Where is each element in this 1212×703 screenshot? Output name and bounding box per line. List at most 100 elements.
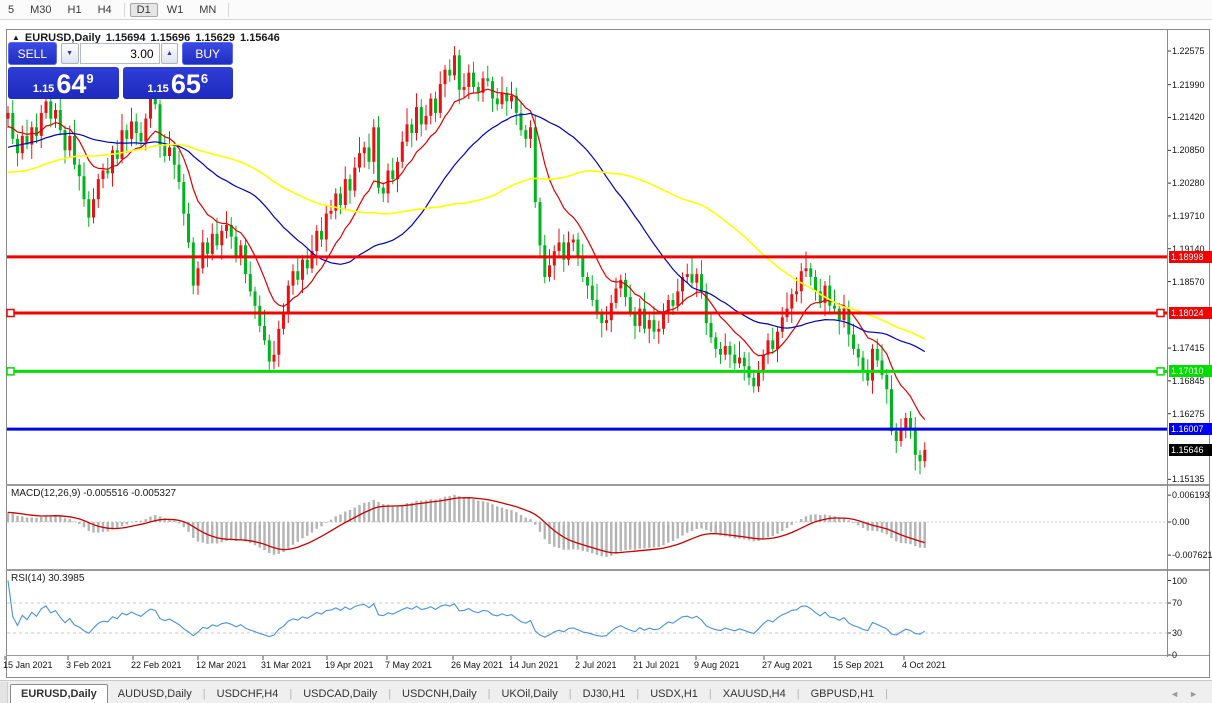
candle-body [790,294,794,309]
candle-body [695,274,699,283]
candle-body [191,242,195,286]
candle-body [652,320,656,332]
candle-body [733,354,737,364]
candle-body [804,268,808,272]
candle-body [576,239,580,257]
chart-canvas[interactable] [0,0,1212,703]
candle-body [709,323,713,338]
candle-body [761,354,765,372]
candle-body [96,179,100,200]
candle-body [662,314,665,329]
candle-body [49,101,53,119]
candle-body [410,124,414,133]
price-marker-1.18024: 1.18024 [1169,307,1212,319]
candle-body [586,277,589,286]
candle-body [519,112,523,131]
candle-body [671,300,675,306]
candle-body [495,98,499,105]
candle-body [828,285,832,306]
candle-body [833,305,836,309]
candle-body [139,133,143,142]
date-label: 3 Feb 2021 [66,660,112,670]
price-tick-label: 1.16275 [1172,408,1205,419]
date-label: 26 May 2021 [451,660,504,670]
macd-tick-label: 0.00 [1172,517,1190,527]
candle-body [400,141,404,162]
candle-body [799,271,803,292]
candle-body [92,199,95,218]
price-marker-1.15646: 1.15646 [1169,443,1212,456]
candle-body [372,127,376,162]
price-tick-label: 1.20850 [1172,145,1205,156]
candle-body [405,124,409,142]
candle-body [277,328,281,355]
price-tick-label: 1.21420 [1172,112,1205,123]
candle-body [391,170,395,180]
buy-button[interactable]: BUY [182,42,233,65]
candle-body [510,95,513,102]
candle-body [6,112,10,119]
price-tick-label: 1.18570 [1172,276,1205,287]
candle-body [182,182,186,214]
hline-handle[interactable] [6,367,15,376]
candle-body [82,176,86,200]
candle-body [101,170,105,180]
sell-button[interactable]: SELL [8,42,57,65]
hline-handle[interactable] [1156,367,1165,376]
rsi-panel-separator[interactable] [6,569,1209,571]
bid-price-display[interactable]: 1.15 64 9 [8,67,119,99]
hline-handle[interactable] [6,308,15,318]
volume-decrease-button[interactable]: ▼ [60,43,79,64]
rsi-tick-label: 0 [1172,650,1178,660]
hline-handle[interactable] [1156,308,1165,318]
candle-body [500,92,504,105]
candle-body [196,268,200,286]
volume-input[interactable] [79,43,160,64]
candle-body [757,372,760,387]
candle-body [106,170,110,174]
candle-body [647,320,651,329]
price-tick-label: 1.19710 [1172,210,1205,221]
ask-price-display[interactable]: 1.15 65 6 [122,67,233,99]
candle-body [77,164,81,177]
candle-body [215,233,219,246]
ask-prefix: 1.15 [147,83,169,95]
candle-body [605,320,608,323]
candle-body [548,265,551,277]
candle-body [248,274,252,292]
candle-body [771,340,775,349]
date-label: 22 Feb 2021 [131,660,182,670]
candle-body [158,104,162,145]
collapse-panel-icon[interactable]: ▲ [12,33,20,42]
candle-body [742,357,746,367]
candle-body [614,288,618,303]
candle-body [210,233,214,254]
candle-body [125,130,129,139]
volume-increase-button[interactable]: ▲ [160,43,179,64]
ask-pipette: 6 [200,71,209,86]
macd-tick-label: 0.006193 [1172,490,1210,501]
candle-body [795,291,798,295]
macd-panel-separator[interactable] [6,484,1209,486]
candle-body [590,285,594,300]
candle-body [690,274,694,283]
candle-body [54,110,57,119]
candle-body [424,115,428,125]
candle-body [239,245,243,257]
candle-body [201,242,205,269]
price-marker-1.18998: 1.18998 [1169,250,1212,263]
candle-body [719,348,722,355]
price-tick-label: 1.20280 [1172,178,1205,189]
date-label: 31 Mar 2021 [261,660,312,670]
bid-big-digits: 64 [56,69,87,99]
price-marker-1.17010: 1.17010 [1169,365,1212,378]
candle-body [39,112,43,136]
candle-body [353,167,357,191]
candle-body [348,179,352,191]
candle-body [381,187,385,194]
candle-body [367,147,371,162]
candle-body [172,147,176,165]
candle-body [700,274,703,292]
price-tick-label: 1.21990 [1172,79,1205,90]
candle-body [115,150,119,159]
